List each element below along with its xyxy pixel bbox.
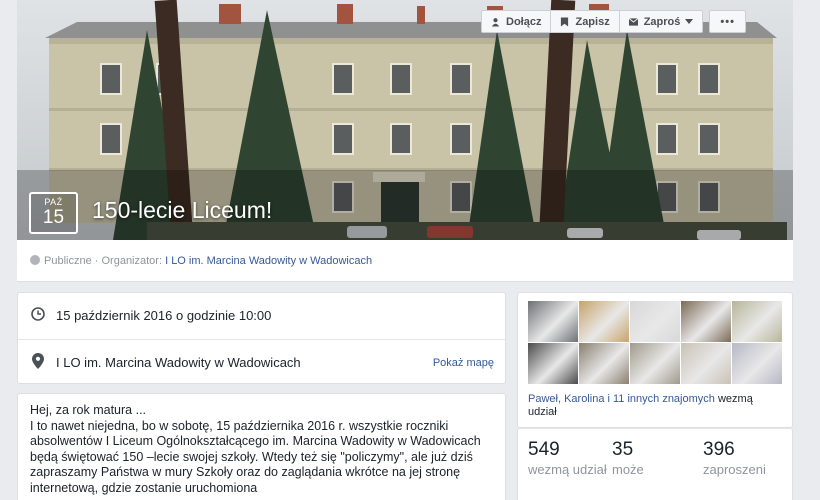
friend-avatar[interactable] (528, 301, 578, 342)
invite-button[interactable]: Zaproś (618, 10, 704, 33)
person-icon (491, 17, 500, 26)
stat-invited[interactable]: 396 zaproszeni (703, 439, 766, 478)
stat-maybe-count: 35 (612, 439, 634, 460)
privacy-label: Publiczne (44, 255, 92, 267)
event-location[interactable]: I LO im. Marcina Wadowity w Wadowicach (56, 355, 301, 370)
stat-going-label: wezmą udział (528, 462, 607, 477)
join-label: Dołącz (506, 15, 542, 28)
stat-maybe-label: może (612, 462, 644, 477)
event-date-badge: PAŹ 15 (29, 192, 78, 234)
friend-avatar[interactable] (528, 343, 578, 384)
friends-going-text: Paweł, Karolina i 11 innych znajomych we… (528, 393, 784, 419)
stat-going-count: 549 (528, 439, 560, 460)
bookmark-icon (561, 17, 569, 26)
organizer-prefix: · Organizator: (94, 255, 163, 267)
friend-avatars (528, 301, 784, 384)
organizer-link[interactable]: I LO im. Marcina Wadowity w Wadowicach (165, 255, 372, 267)
stat-invited-label: zaproszeni (703, 462, 766, 477)
datetime-row: 15 październik 2016 o godzinie 10:00 (18, 293, 505, 339)
event-page: PAŹ 15 150-lecie Liceum! Publiczne · Org… (0, 0, 820, 500)
event-day: 15 (42, 207, 65, 228)
more-options-button[interactable]: ••• (709, 10, 746, 33)
description-first-line: Hej, za rok matura ... (30, 403, 147, 417)
stat-maybe[interactable]: 35 może (612, 439, 644, 478)
event-info-bar: Publiczne · Organizator: I LO im. Marcin… (17, 240, 793, 282)
clock-icon (31, 307, 45, 321)
description-body: I to nawet niejedna, bo w sobotę, 15 paź… (30, 418, 481, 495)
guest-stats-card: 549 wezmą udział 35 może 396 zaproszeni (517, 428, 793, 500)
event-actions: Dołącz Zapisz Zaproś ••• (481, 10, 746, 33)
friends-going-card: Paweł, Karolina i 11 innych znajomych we… (517, 292, 793, 428)
event-details-card: 15 październik 2016 o godzinie 10:00 I L… (17, 292, 506, 384)
stat-going[interactable]: 549 wezmą udział (528, 439, 607, 478)
save-button[interactable]: Zapisz (550, 10, 620, 33)
friend-avatar[interactable] (630, 343, 680, 384)
friend-avatar[interactable] (579, 343, 629, 384)
show-map-link[interactable]: Pokaż mapę (433, 357, 494, 369)
event-datetime: 15 październik 2016 o godzinie 10:00 (56, 308, 272, 323)
event-month: PAŹ (44, 197, 63, 207)
friend-avatar[interactable] (732, 343, 782, 384)
save-label: Zapisz (575, 15, 610, 28)
friend-avatar[interactable] (681, 343, 731, 384)
join-button[interactable]: Dołącz (481, 10, 552, 33)
envelope-icon (628, 17, 638, 26)
location-pin-icon (32, 353, 44, 369)
event-description-card: Hej, za rok matura ... I to nawet niejed… (17, 393, 506, 500)
globe-icon (30, 255, 40, 265)
event-title: 150-lecie Liceum! (92, 197, 273, 223)
friend-avatar[interactable] (630, 301, 680, 342)
location-row: I LO im. Marcina Wadowity w Wadowicach P… (18, 339, 505, 385)
friend-avatar[interactable] (732, 301, 782, 342)
stat-invited-count: 396 (703, 439, 735, 460)
friends-names-link[interactable]: Paweł, Karolina i 11 innych znajomych (528, 393, 715, 405)
invite-label: Zaproś (643, 15, 681, 28)
privacy-organizer-line: Publiczne · Organizator: I LO im. Marcin… (30, 255, 372, 267)
friend-avatar[interactable] (579, 301, 629, 342)
friend-avatar[interactable] (681, 301, 731, 342)
chevron-down-icon (685, 19, 694, 24)
